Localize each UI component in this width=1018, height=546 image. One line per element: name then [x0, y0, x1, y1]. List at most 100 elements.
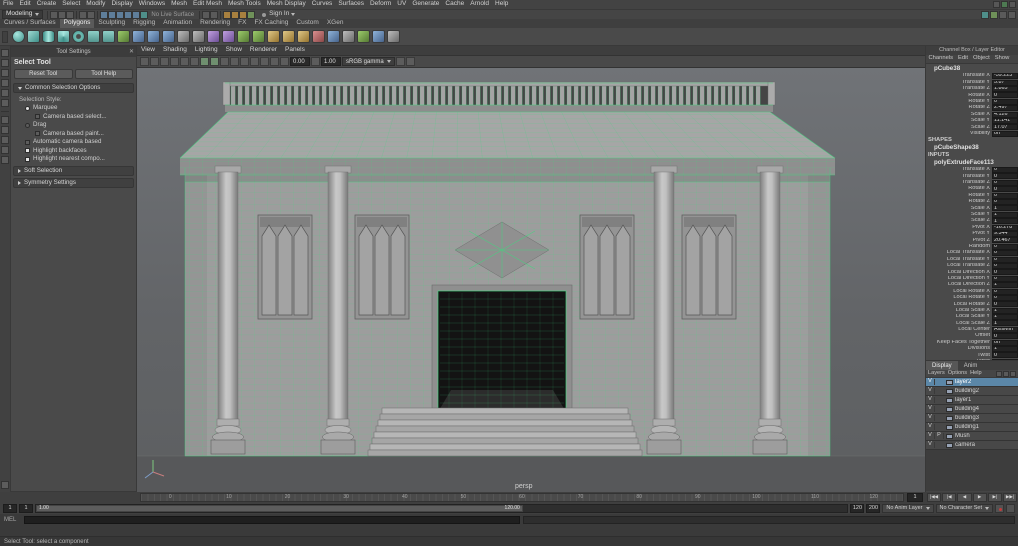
channel-attribute-row[interactable]: Scale Y 11.141 [926, 117, 1018, 124]
current-frame-field[interactable]: 1 [907, 493, 923, 502]
animation-end-field[interactable]: 200 [866, 504, 881, 513]
channel-attribute-row[interactable]: Local Scale Y 1 [926, 314, 1018, 321]
channel-attribute-row[interactable]: Local Center AxisMin [926, 326, 1018, 333]
shelf-tab[interactable]: Rigging [129, 19, 159, 28]
layer-visibility-toggle[interactable]: V [926, 433, 935, 439]
shelf-bevel-icon[interactable] [267, 30, 280, 43]
shaded-display-icon[interactable] [210, 57, 219, 66]
channel-box-menu-item[interactable]: Edit [956, 55, 971, 63]
range-slider[interactable]: 1.00 120.00 [35, 504, 849, 513]
view-transform-dropdown[interactable]: sRGB gamma [342, 57, 395, 66]
layout-preset-icon[interactable] [1001, 1, 1008, 8]
tool-option[interactable]: Highlight backfaces [11, 147, 136, 156]
shelf-extract-icon[interactable] [207, 30, 220, 43]
layer-color-swatch[interactable] [946, 388, 953, 394]
sequence-time-icon[interactable] [280, 57, 289, 66]
image-plane-icon[interactable] [180, 57, 189, 66]
paint-select-tool-icon[interactable] [1, 69, 9, 77]
channel-attribute-row[interactable]: Translate X -59.223 [926, 73, 1018, 80]
screen-space-ao-icon[interactable] [250, 57, 259, 66]
playback-end-field[interactable]: 120 [850, 504, 865, 513]
option-control[interactable] [35, 114, 40, 120]
camera-attributes-icon[interactable] [160, 57, 169, 66]
layer-editor-menu-item[interactable]: Options [948, 370, 967, 377]
shelf-tab[interactable]: Animation [159, 19, 196, 28]
timeline-tick[interactable]: 40 [375, 494, 434, 501]
channel-attribute-row[interactable]: Random 0 [926, 243, 1018, 250]
channel-attribute-row[interactable]: Local Direction Z 1 [926, 282, 1018, 289]
shelf-menu-grip[interactable] [2, 31, 8, 43]
layer-color-swatch[interactable] [946, 424, 953, 430]
layer-color-swatch[interactable] [946, 397, 953, 403]
viewport-menu-item[interactable]: Lighting [191, 47, 222, 54]
open-scene-icon[interactable] [58, 10, 67, 19]
tool-option[interactable]: Camera based select... [11, 113, 136, 122]
option-control[interactable] [25, 105, 30, 111]
shelf-quad-draw-icon[interactable] [357, 30, 370, 43]
timeline-tick[interactable]: 20 [258, 494, 317, 501]
shelf-tab[interactable]: Polygons [59, 19, 95, 28]
menu-item[interactable]: File [0, 1, 16, 8]
viewport-menu-item[interactable]: Shading [159, 47, 191, 54]
workspace-selector[interactable]: Modeling [2, 10, 44, 19]
layer-visibility-toggle[interactable]: V [926, 415, 935, 421]
playback-button[interactable]: ▶ [972, 493, 987, 502]
tool-help-button[interactable]: Tool Help [74, 69, 133, 79]
tool-settings-toggle-icon[interactable] [999, 10, 1007, 19]
channel-attribute-row[interactable]: Rotate Y 0 [926, 98, 1018, 105]
attribute-value-field[interactable]: 1 [992, 211, 1018, 218]
shelf-mirror-icon[interactable] [372, 30, 385, 43]
playback-start-field[interactable]: 1 [19, 504, 33, 513]
attribute-value-field[interactable]: 1 [992, 346, 1018, 353]
attribute-value-field[interactable]: 0 [992, 167, 1018, 174]
ipr-render-icon[interactable] [239, 10, 248, 19]
sign-in-button[interactable]: Sign In [261, 11, 296, 18]
attribute-value-field[interactable]: 0 [992, 199, 1018, 206]
shelf-tab[interactable]: Sculpting [94, 19, 129, 28]
channel-attribute-row[interactable]: Local Translate Z 0 [926, 262, 1018, 269]
timeline-tick[interactable]: 100 [727, 494, 786, 501]
channel-attribute-row[interactable]: Pivot Y 9.344 [926, 231, 1018, 237]
channel-attribute-row[interactable]: Translate X 0 [926, 167, 1018, 174]
timeline-tick[interactable]: 50 [434, 494, 493, 501]
layer-editor-menu-item[interactable]: Help [970, 370, 982, 377]
tool-settings-title[interactable]: Tool Settings ✕ [11, 47, 136, 57]
attribute-value-field[interactable]: 1 [992, 320, 1018, 327]
viewport-scene[interactable]: persp [137, 68, 925, 492]
channel-attribute-row[interactable]: Rotate Y 0 [926, 192, 1018, 199]
attribute-value-field[interactable]: 0 [992, 275, 1018, 282]
ui-grabber-icon[interactable] [1, 481, 9, 489]
tool-option[interactable]: Highlight nearest compo... [11, 155, 136, 164]
move-tool-icon[interactable] [1, 79, 9, 87]
channel-box-title[interactable]: Channel Box / Layer Editor [926, 46, 1018, 55]
channel-attribute-row[interactable]: Visibility on [926, 130, 1018, 137]
shelf-torus-icon[interactable] [72, 30, 85, 43]
channel-attribute-row[interactable]: Local Rotate X 0 [926, 288, 1018, 295]
layer-editor-tab[interactable]: Anim [958, 361, 984, 370]
snap-to-view-plane-icon[interactable] [132, 10, 141, 19]
menu-item[interactable]: Deform [367, 1, 394, 8]
attribute-value-field[interactable]: 20.467 [992, 237, 1018, 244]
multisampling-icon[interactable] [270, 57, 279, 66]
menu-item[interactable]: Surfaces [335, 1, 367, 8]
shelf-disc-icon[interactable] [102, 30, 115, 43]
attribute-value-field[interactable]: 1 [992, 282, 1018, 289]
range-slider-handle[interactable]: 1.00 120.00 [36, 505, 523, 512]
input-node-name[interactable]: polyExtrudeFace113 [926, 159, 1018, 167]
new-scene-icon[interactable] [50, 10, 59, 19]
channel-attribute-row[interactable]: Pivot X -16.278 [926, 224, 1018, 231]
channel-attribute-row[interactable]: Scale Z 1 [926, 218, 1018, 225]
shelf-tab[interactable]: Rendering [196, 19, 234, 28]
attribute-value-field[interactable]: 0 [992, 294, 1018, 301]
option-control[interactable] [25, 156, 30, 162]
shelf-tab[interactable]: FX [234, 19, 250, 28]
character-set-dropdown[interactable]: No Character Set [935, 504, 993, 513]
timeline-tick[interactable]: 30 [317, 494, 376, 501]
attribute-value-field[interactable]: 9.344 [992, 231, 1018, 237]
timeline-tick[interactable]: 90 [668, 494, 727, 501]
make-live-icon[interactable] [140, 10, 149, 19]
bookmarks-icon[interactable] [170, 57, 179, 66]
attribute-value-field[interactable]: 0 [992, 98, 1018, 105]
tool-option[interactable]: Camera based paint... [11, 130, 136, 139]
shelf-cone-icon[interactable] [57, 30, 70, 43]
